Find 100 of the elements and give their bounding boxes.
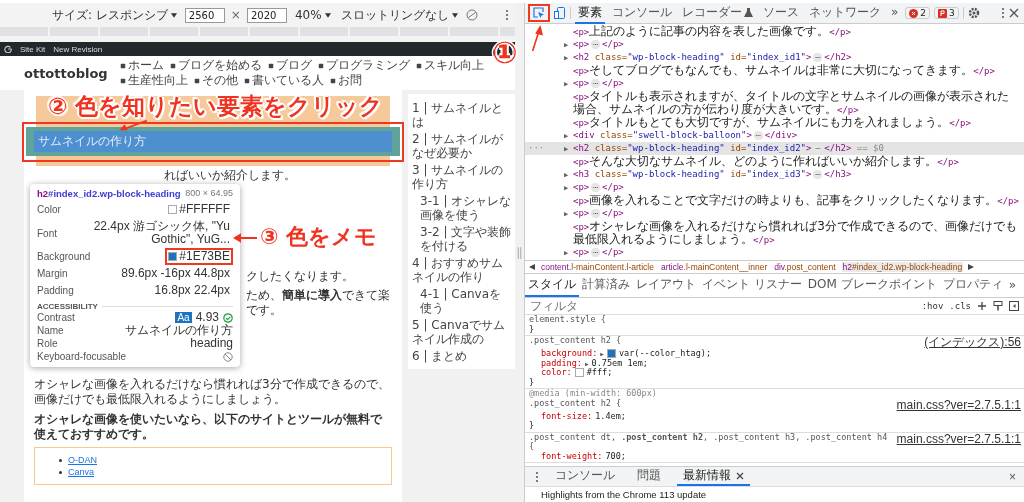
property-value: 16.8px 22.4px [154,284,230,297]
nav-link[interactable]: ブログ [275,58,312,73]
admin-bar-link[interactable]: New Revision [53,44,103,54]
link[interactable]: Canva [68,467,94,477]
nav-link[interactable]: プログラミング [325,58,410,73]
settings-icon[interactable] [967,7,980,19]
sidebar-tab[interactable]: スタイル [525,274,579,297]
rotate-icon[interactable] [465,9,478,21]
panel-tab[interactable]: コンソール [609,2,675,24]
dom-node-text[interactable]: <p>タイトルもとても大切ですが、サムネイルにも力を入れましょう。</p> [564,116,975,129]
color-swatch[interactable] [574,368,584,378]
g-logo-icon[interactable] [4,45,12,53]
link[interactable]: O-DAN [68,455,97,465]
dom-node-text[interactable]: <p>上記のように記事の内容を表した画像です。</p> [564,25,855,38]
toc-link[interactable]: 4 | おすすめサムネイルの作り [412,256,513,284]
toc-link[interactable]: 5 | Canvaでサムネイル作成の [412,318,513,346]
nav-link[interactable]: お問 [337,73,362,88]
panel-tab[interactable]: レコーダー [679,2,756,24]
panel-tab[interactable]: 要素 [575,2,605,24]
height-field[interactable]: 2020 [246,7,287,23]
property-label: Color [37,204,61,215]
hover-state-button[interactable]: :hov [921,301,944,311]
admin-bar-link[interactable]: Site Kit [20,44,46,54]
class-button[interactable]: .cls [949,301,971,311]
warning-count-badge[interactable]: 3 [934,7,959,19]
close-drawer-button[interactable]: × [1007,469,1018,484]
plus-icon[interactable] [977,301,987,311]
paragraph-text: ため、簡単に導入できて楽です。 [246,288,391,318]
property-value: 700; [605,451,626,461]
toc-link[interactable]: 1 | サムネイルとは [412,101,513,129]
nav-link[interactable]: 書いている人 [251,73,324,88]
sidebar-tab[interactable]: 計算済み [579,274,633,297]
breadcrumb[interactable]: h2#index_id2.wp-block-heading [841,262,964,272]
toc-link[interactable]: 3-1 | オシャレな画像を使う [412,194,513,222]
property-value: 4.93 [195,311,219,324]
width-field[interactable]: 2560 [184,7,225,23]
nav-link[interactable]: ホーム [127,58,164,73]
source-link[interactable]: main.css?ver=2.7.5.1:1 [896,398,1021,412]
property-value: サムネイルの作り方 [125,324,233,337]
toc-link[interactable]: 3 | サムネイルの作り方 [412,163,513,191]
property-name: padding: [541,358,582,368]
panel-tab[interactable]: ネットワーク [806,2,884,24]
toc-link[interactable]: 4-1 | Canvaを使う [412,287,513,315]
caret-icon [170,12,177,18]
breadcrumb[interactable]: div.post_content [773,262,837,272]
dom-node-text[interactable]: <p>タイトルも表示されますが、タイトルの文字とサムネイルの画像が表示された場合、サムネイルの方が伝わり度が大きいです。</p> [564,90,1024,116]
drawer-tab[interactable]: 問題 [631,467,667,486]
paragraph-text: オシャレな画像を入れるだけなら慣れれば3分で作成できるので、画像だけでも最低限入れるようにしましょう。 [34,377,391,407]
resize-handle[interactable] [517,245,522,260]
sidebar-tab[interactable]: イベント リスナー [699,274,805,297]
property-value: #FFFFFF [179,203,230,216]
property-value: 22.4px 游ゴシック体, "Yu Gothic", YuG... [92,220,230,246]
panel-tab[interactable]: ソース [760,2,802,24]
nav-link[interactable]: 生産性向上 [127,73,188,88]
scroll-right-icon[interactable] [968,264,975,270]
size-dropdown[interactable]: サイズ: レスポンシブ [50,6,179,24]
color-swatch[interactable] [606,349,616,359]
breadcrumb[interactable]: article.l-mainContent__inner [659,262,769,272]
dom-node-text[interactable]: <p>画像を入れることで文字だけの時よりも、記事をクリックしたくなります。</p> [564,194,1023,207]
bullet-icon [59,470,62,474]
more-options-icon[interactable] [535,470,539,483]
nav-link[interactable]: その他 [201,73,238,88]
sidebar-tab[interactable]: プロパティ [939,274,1006,297]
property-value: 1.4em; [595,411,626,421]
property-name: font-weight: [541,451,603,461]
toc-link[interactable]: 3-2 | 文字や装飾を付ける [412,225,513,253]
device-toggle-icon[interactable] [554,7,566,19]
whats-new-heading: Highlights from the Chrome 113 update [540,488,708,502]
property-label: Contrast [37,312,75,323]
zoom-dropdown[interactable]: 40% [292,8,333,22]
toc-link[interactable]: 2 | サムネイルがなぜ必要か [412,132,513,160]
nav-link[interactable]: ブログを始める [177,58,262,73]
drawer-tab[interactable]: 最新情報 [677,467,750,486]
dom-node-text[interactable]: <p>そんな大切なサムネイル、どのように作ればいいか紹介します。</p> [564,155,963,168]
sidebar-tab[interactable]: » [1005,274,1020,297]
toc-link[interactable]: 6 | まとめ [412,349,513,363]
sidebar-toggle-icon[interactable] [1009,301,1019,311]
error-icon [909,8,919,18]
nav-link[interactable]: スキル向上 [423,58,484,73]
site-logo[interactable]: ottottoblog [24,65,108,81]
nav-icon [415,62,422,69]
paint-roller-icon[interactable] [993,301,1003,311]
sidebar-tab[interactable]: レイアウト [633,274,699,297]
closing-brace: } [529,377,536,387]
more-options-icon[interactable] [1001,7,1005,19]
panel-tab[interactable]: » [888,2,902,24]
dom-node-text[interactable]: <p>そしてブログでもなんでも、サムネイルは非常に大切になってきます。</p> [564,64,999,77]
throttling-dropdown[interactable]: スロットリングなし [338,6,460,24]
error-count-badge[interactable]: 2 [905,7,931,19]
close-icon[interactable] [1009,8,1019,18]
inspect-button[interactable] [528,4,550,22]
more-options-icon[interactable] [505,9,509,21]
sidebar-tab[interactable]: DOM ブレークポイント [804,274,940,297]
source-link[interactable]: (インデックス):56 [924,336,1021,349]
source-link[interactable]: main.css?ver=2.7.5.1:1 [896,432,1021,446]
breadcrumb[interactable]: content.l-mainContent.l-article [540,262,655,272]
dom-node-text[interactable]: <p>オシャレな画像を入れるだけなら慣れれば3分で作成できるので、画像だけでも最低限入れるようにしましょう。</p> [564,220,1024,246]
scroll-left-icon[interactable] [529,264,535,270]
close-icon[interactable] [736,471,744,480]
drawer-tab[interactable]: コンソール [549,467,621,486]
